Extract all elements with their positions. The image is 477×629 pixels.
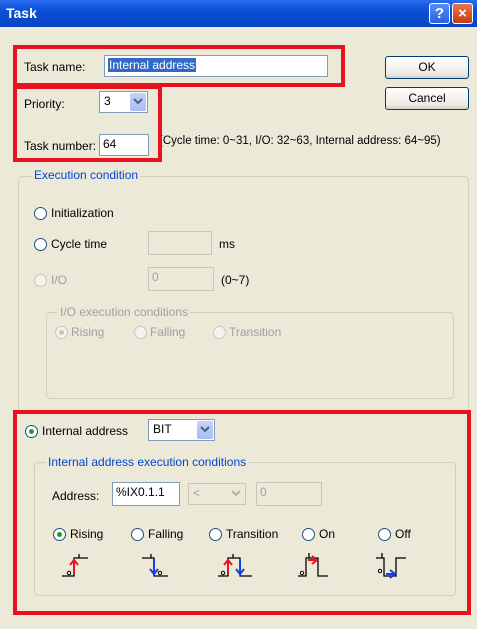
io-label: I/O [51,273,68,287]
highlight-task-name [13,45,345,87]
cycle-time-label: Cycle time [51,237,108,251]
execution-condition-title: Execution condition [32,168,141,182]
io-conditions-title: I/O execution conditions [58,305,191,319]
help-button[interactable]: ? [429,3,450,24]
cycle-time-input[interactable] [148,231,212,255]
task-dialog: Task ? × Task name: Internal address OK … [0,0,477,629]
initialization-radio[interactable] [34,207,47,220]
io-range: (0~7) [221,273,250,287]
title-bar: Task ? × [0,0,477,27]
io-transition-radio[interactable] [213,326,226,339]
close-button[interactable]: × [452,3,473,24]
io-falling-radio[interactable] [134,326,147,339]
io-rising-radio[interactable] [55,326,68,339]
cancel-button[interactable]: Cancel [385,87,469,110]
highlight-internal-address [13,410,471,615]
io-radio[interactable] [34,274,47,287]
window-title: Task [6,5,37,21]
io-rising-label: Rising [71,325,105,339]
highlight-priority-number [13,85,162,162]
ok-button[interactable]: OK [385,56,469,79]
cycle-time-radio[interactable] [34,238,47,251]
io-falling-label: Falling [150,325,186,339]
initialization-label: Initialization [51,206,114,220]
io-input[interactable]: 0 [148,267,214,291]
io-transition-label: Transition [229,325,282,339]
task-number-hint: (Cycle time: 0~31, I/O: 32~63, Internal … [159,135,441,147]
cycle-time-unit: ms [219,237,235,251]
